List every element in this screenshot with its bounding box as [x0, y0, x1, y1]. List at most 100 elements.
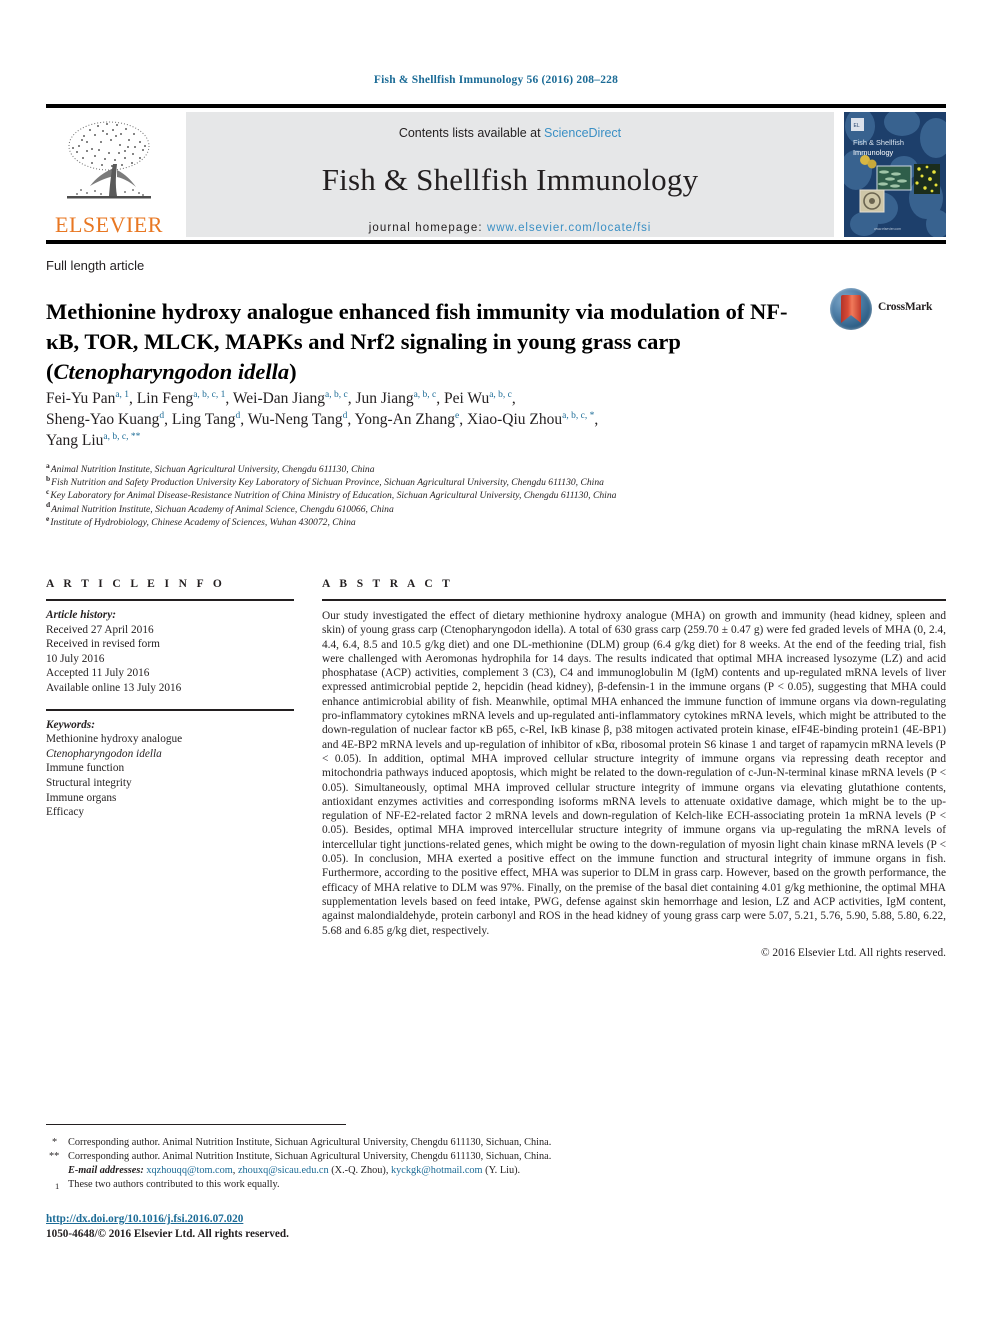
author-affil-marks[interactable]: a, b, c [325, 390, 348, 400]
cover-footer-text: www.elsevier.com [874, 227, 901, 231]
author-item: Sheng-Yao Kuangd, [46, 410, 172, 428]
author-name: Pei Wu [444, 390, 490, 407]
abstract-heading: A B S T R A C T [322, 578, 454, 590]
abstract-copyright: © 2016 Elsevier Ltd. All rights reserved… [760, 946, 946, 959]
journal-cover-thumbnail: EL Fish & Shellfish Immunology www.elsev… [844, 112, 946, 237]
asterisk-icon: * [52, 1137, 58, 1148]
contents-list-line: Contents lists available at ScienceDirec… [186, 126, 834, 140]
author-affil-marks[interactable]: a, b, c [489, 390, 512, 400]
author-affil-marks[interactable]: d [159, 411, 164, 421]
email-label: E-mail addresses: [68, 1165, 144, 1176]
affiliation-text: Key Laboratory for Animal Disease-Resist… [50, 490, 617, 502]
footnote-text: These two authors contributed to this wo… [68, 1179, 280, 1190]
affiliation-text: Institute of Hydrobiology, Chinese Acade… [50, 516, 356, 528]
footnote-text: Corresponding author. Animal Nutrition I… [68, 1151, 552, 1162]
affiliation-item: cKey Laboratory for Animal Disease-Resis… [46, 488, 946, 502]
keywords-rule [46, 708, 294, 711]
author-item: Wei-Dan Jianga, b, c, [232, 389, 356, 407]
author-affil-marks[interactable]: a, b, c, 1 [193, 390, 225, 400]
crossmark-badge[interactable]: CrossMark [830, 288, 934, 332]
crossmark-icon [830, 288, 872, 330]
author-item: Yong-An Zhange, [354, 410, 468, 428]
author-item: Lin Fenga, b, c, 1, [136, 389, 233, 407]
footnote-corresponding-2: ** Corresponding author. Animal Nutrition… [46, 1150, 946, 1164]
elsevier-tree-icon [67, 121, 151, 199]
author-affil-marks[interactable]: d [343, 411, 348, 421]
email-link-3[interactable]: kyckgk@hotmail.com [391, 1165, 483, 1176]
author-affil-marks[interactable]: e [455, 411, 459, 421]
running-head: Fish & Shellfish Immunology 56 (2016) 20… [373, 74, 619, 86]
author-item: Ling Tangd, [171, 410, 248, 428]
affiliation-item: bFish Nutrition and Safety Production Un… [46, 475, 946, 489]
author-affil-marks[interactable]: a, 1 [115, 390, 129, 400]
footnote-emails: E-mail addresses: xqzhouqq@tom.com, zhou… [46, 1164, 946, 1178]
author-name: Jun Jiang [355, 390, 414, 407]
author-item: Pei Wua, b, c, [444, 389, 516, 407]
journal-masthead: ELSEVIER Contents lists available at Sci… [46, 104, 946, 237]
author-name: Sheng-Yao Kuang [46, 411, 160, 428]
email-owner-1: (X.-Q. Zhou), [331, 1165, 389, 1176]
abstract-column: A B S T R A C T Our study investigated t… [322, 578, 946, 959]
affiliation-text: Fish Nutrition and Safety Production Uni… [51, 477, 604, 489]
article-history-item: Received 27 April 2016 [46, 623, 154, 636]
author-name: Lin Feng [136, 390, 194, 407]
doi-link[interactable]: http://dx.doi.org/10.1016/j.fsi.2016.07.… [46, 1212, 289, 1227]
homepage-label: journal homepage: [368, 222, 487, 234]
author-name: Fei-Yu Pan [46, 390, 116, 407]
affiliation-list: aAnimal Nutrition Institute, Sichuan Agr… [46, 462, 946, 529]
author-item: Fei-Yu Pana, 1, [46, 389, 137, 407]
author-affil-marks[interactable]: a, b, c, ** [103, 432, 140, 442]
masthead-bottom-rule [46, 240, 946, 244]
keywords-label: Keywords: [46, 718, 95, 731]
author-item: Yang Liua, b, c, ** [46, 432, 140, 449]
footnote-marker-1: 1 [55, 1181, 60, 1191]
footer-identifiers: http://dx.doi.org/10.1016/j.fsi.2016.07.… [46, 1212, 289, 1242]
article-info-rule [46, 599, 294, 601]
article-history-block: Article history: Received 27 April 2016 … [46, 608, 294, 696]
affiliation-text: Animal Nutrition Institute, Sichuan Agri… [50, 464, 375, 475]
author-item: Jun Jianga, b, c, [355, 389, 445, 407]
article-history-label: Article history: [46, 609, 116, 621]
double-asterisk-icon: ** [49, 1151, 60, 1162]
affiliation-item: dAnimal Nutrition Institute, Sichuan Aca… [46, 501, 946, 516]
issn-copyright-line: 1050-4648/© 2016 Elsevier Ltd. All right… [46, 1228, 289, 1240]
email-owner-2: (Y. Liu). [485, 1165, 521, 1176]
crossmark-bookmark-icon [841, 295, 861, 323]
sciencedirect-link[interactable]: ScienceDirect [544, 126, 621, 140]
page-title: Methionine hydroxy analogue enhanced fis… [46, 297, 806, 387]
email-link-2[interactable]: zhouxq@sicau.edu.cn [238, 1165, 329, 1176]
svg-text:Fish & Shellfish: Fish & Shellfish [853, 138, 904, 147]
author-affil-marks[interactable]: a, b, c [414, 390, 437, 400]
article-type-label: Full length article [46, 258, 145, 273]
footnote-corresponding-1: * Corresponding author. Animal Nutrition … [46, 1136, 946, 1150]
masthead-top-rule [46, 104, 946, 108]
title-species: Ctenopharyngodon idella [53, 359, 290, 385]
author-name: Xiao-Qiu Zhou [467, 411, 563, 428]
affiliation-text: Animal Nutrition Institute, Sichuan Acad… [51, 503, 394, 515]
affiliation-item: aAnimal Nutrition Institute, Sichuan Agr… [46, 462, 946, 476]
keyword-item: Ctenopharyngodon idella [46, 747, 162, 760]
footnote-text: Corresponding author. Animal Nutrition I… [68, 1137, 552, 1148]
keyword-item: Immune function [46, 762, 125, 775]
author-affil-marks[interactable]: a, b, c, * [562, 411, 594, 421]
author-list: Fei-Yu Pana, 1, Lin Fenga, b, c, 1, Wei-… [46, 388, 926, 451]
article-info-column: A R T I C L E I N F O Article history: R… [46, 578, 294, 820]
title-tail: ) [289, 359, 297, 385]
article-info-heading: A R T I C L E I N F O [46, 578, 226, 590]
contents-prefix: Contents lists available at [398, 126, 545, 140]
email-link-1[interactable]: xqzhouqq@tom.com [146, 1165, 232, 1176]
journal-banner: Contents lists available at ScienceDirec… [186, 112, 834, 237]
article-history-item: 10 July 2016 [46, 652, 105, 665]
author-name: Yong-An Zhang [354, 411, 456, 428]
crossmark-label: CrossMark [878, 301, 933, 313]
keyword-item: Immune organs [46, 791, 117, 804]
elsevier-logo: ELSEVIER [46, 112, 172, 237]
elsevier-wordmark: ELSEVIER [55, 212, 163, 237]
article-history-item: Accepted 11 July 2016 [46, 667, 150, 680]
keywords-block: Keywords: Methionine hydroxy analogue Ct… [46, 718, 294, 820]
homepage-url-link[interactable]: www.elsevier.com/locate/fsi [487, 222, 651, 234]
keyword-item: Structural integrity [46, 776, 132, 789]
author-name: Wu-Neng Tang [247, 411, 343, 428]
journal-cover-art-icon: EL Fish & Shellfish Immunology www.elsev… [844, 112, 946, 237]
author-affil-marks[interactable]: d [236, 411, 241, 421]
